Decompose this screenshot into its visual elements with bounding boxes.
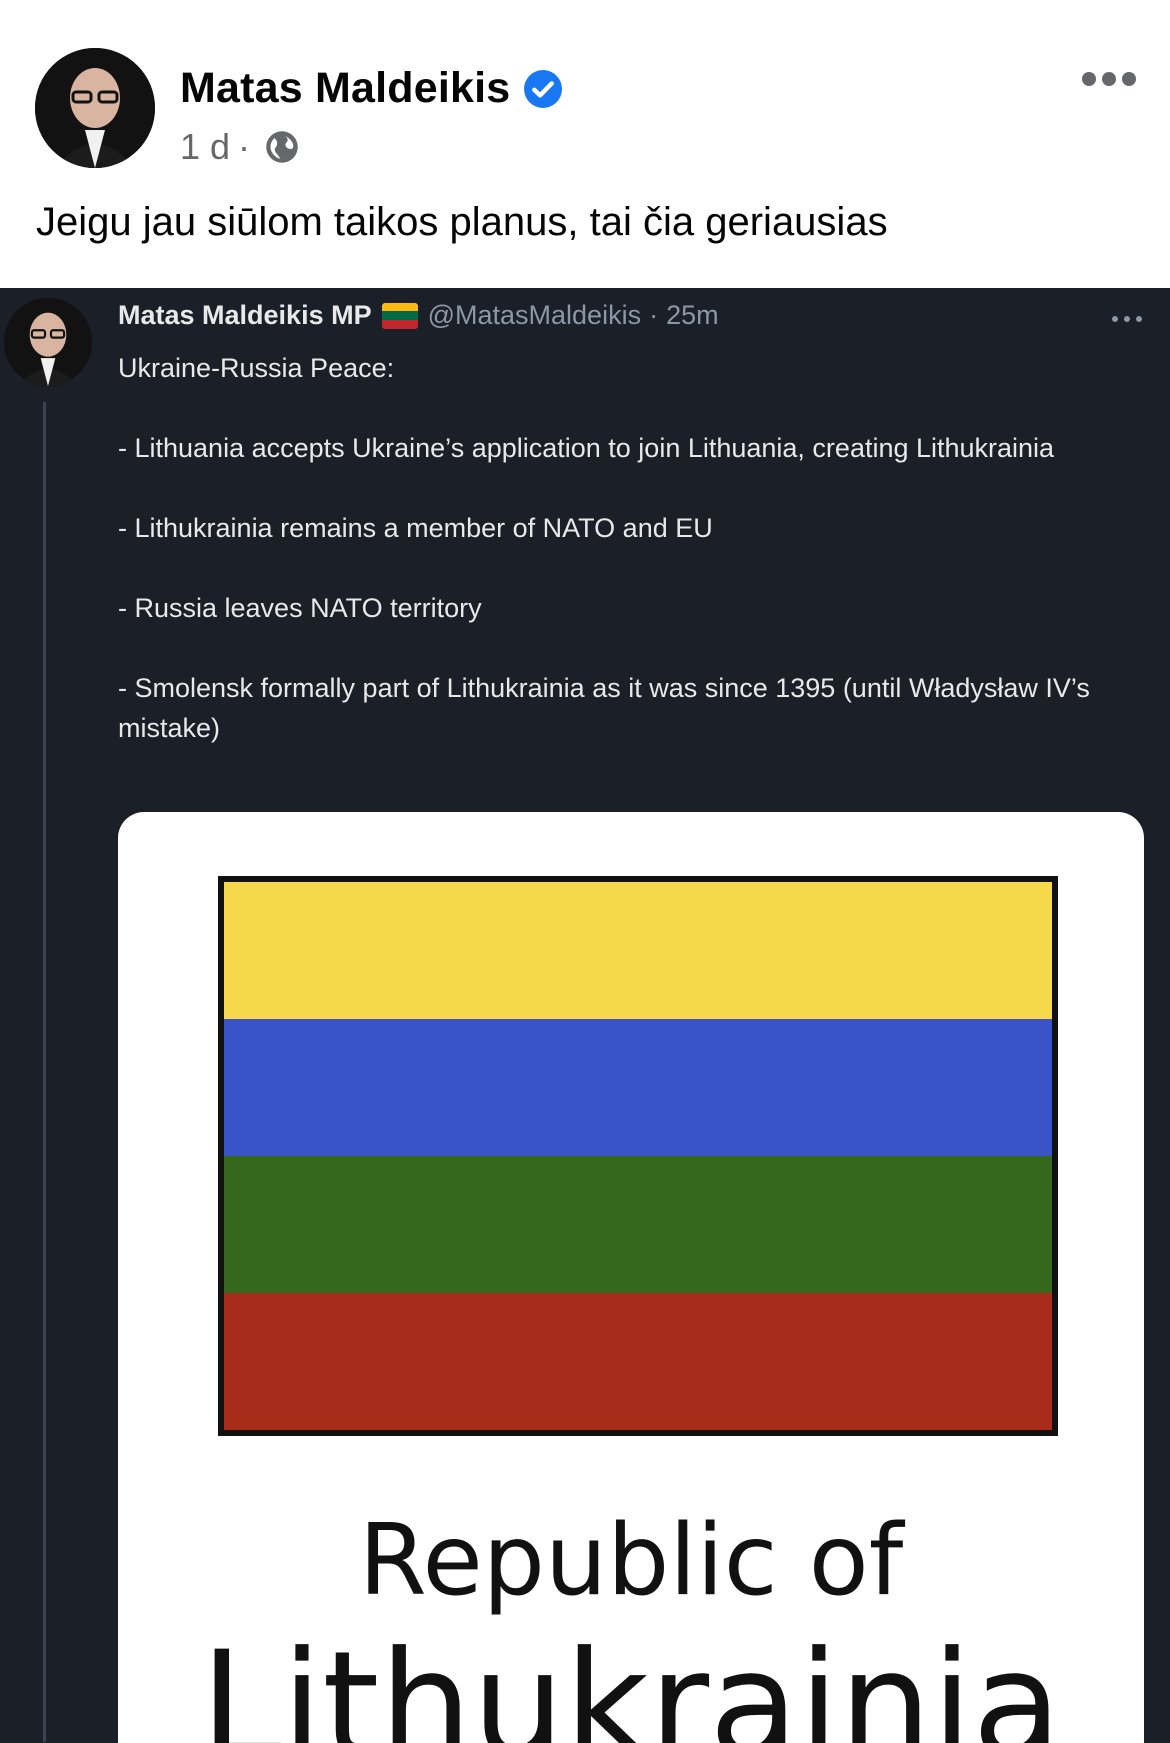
flag-stripe [224, 882, 1052, 1019]
flag-stripe [224, 1156, 1052, 1293]
verified-badge-icon [524, 69, 563, 108]
tweet-handle: @MatasMaldeikis [427, 300, 642, 330]
author-name[interactable]: Matas Maldeikis [180, 64, 510, 113]
author-avatar[interactable] [35, 48, 155, 168]
post-more-options-button[interactable] [1082, 70, 1136, 88]
author-row: Matas Maldeikis [180, 64, 563, 113]
thread-line [43, 402, 46, 1742]
avatar-photo [35, 48, 155, 168]
post-text: Jeigu jau siūlom taikos planus, tai čia … [36, 200, 888, 244]
tweet-time-separator: · [649, 300, 659, 330]
tweet-header: Matas Maldeikis MP @MatasMaldeikis · 25m [118, 300, 719, 331]
dot-icon [1102, 72, 1116, 86]
tweet-screenshot: Matas Maldeikis MP @MatasMaldeikis · 25m… [0, 288, 1170, 1743]
tweet-time: 25m [666, 300, 719, 330]
lithukrainia-flag [218, 876, 1058, 1436]
flag-stripe [224, 1019, 1052, 1156]
meta-separator: · [238, 126, 251, 167]
lithuania-flag-icon [381, 302, 418, 329]
post-meta: 1 d · [180, 126, 300, 168]
image-caption-line2: Lithukrainia [200, 1620, 1062, 1743]
dot-icon [1122, 72, 1136, 86]
tweet-line: Ukraine-Russia Peace: [118, 353, 395, 383]
flag-stripe [224, 1293, 1052, 1430]
tweet-line: - Russia leaves NATO territory [118, 593, 482, 623]
post-header: Matas Maldeikis 1 d · [0, 0, 1170, 180]
post-time[interactable]: 1 d [180, 126, 230, 168]
globe-icon [266, 131, 298, 163]
tweet-avatar-photo [4, 298, 92, 386]
tweet-line: - Smolensk formally part of Lithukrainia… [118, 673, 1090, 743]
dot-icon [1082, 72, 1096, 86]
tweet-author-avatar [4, 298, 92, 386]
image-caption-line1: Republic of [358, 1504, 904, 1618]
tweet-line: - Lithukrainia remains a member of NATO … [118, 513, 713, 543]
tweet-media-image: Republic of Lithukrainia [118, 812, 1144, 1743]
tweet-author-name: Matas Maldeikis MP [118, 300, 372, 330]
tweet-more-icon [1112, 316, 1142, 322]
tweet-line: - Lithuania accepts Ukraine’s applicatio… [118, 433, 1055, 463]
tweet-body: Ukraine-Russia Peace: - Lithuania accept… [118, 348, 1128, 748]
